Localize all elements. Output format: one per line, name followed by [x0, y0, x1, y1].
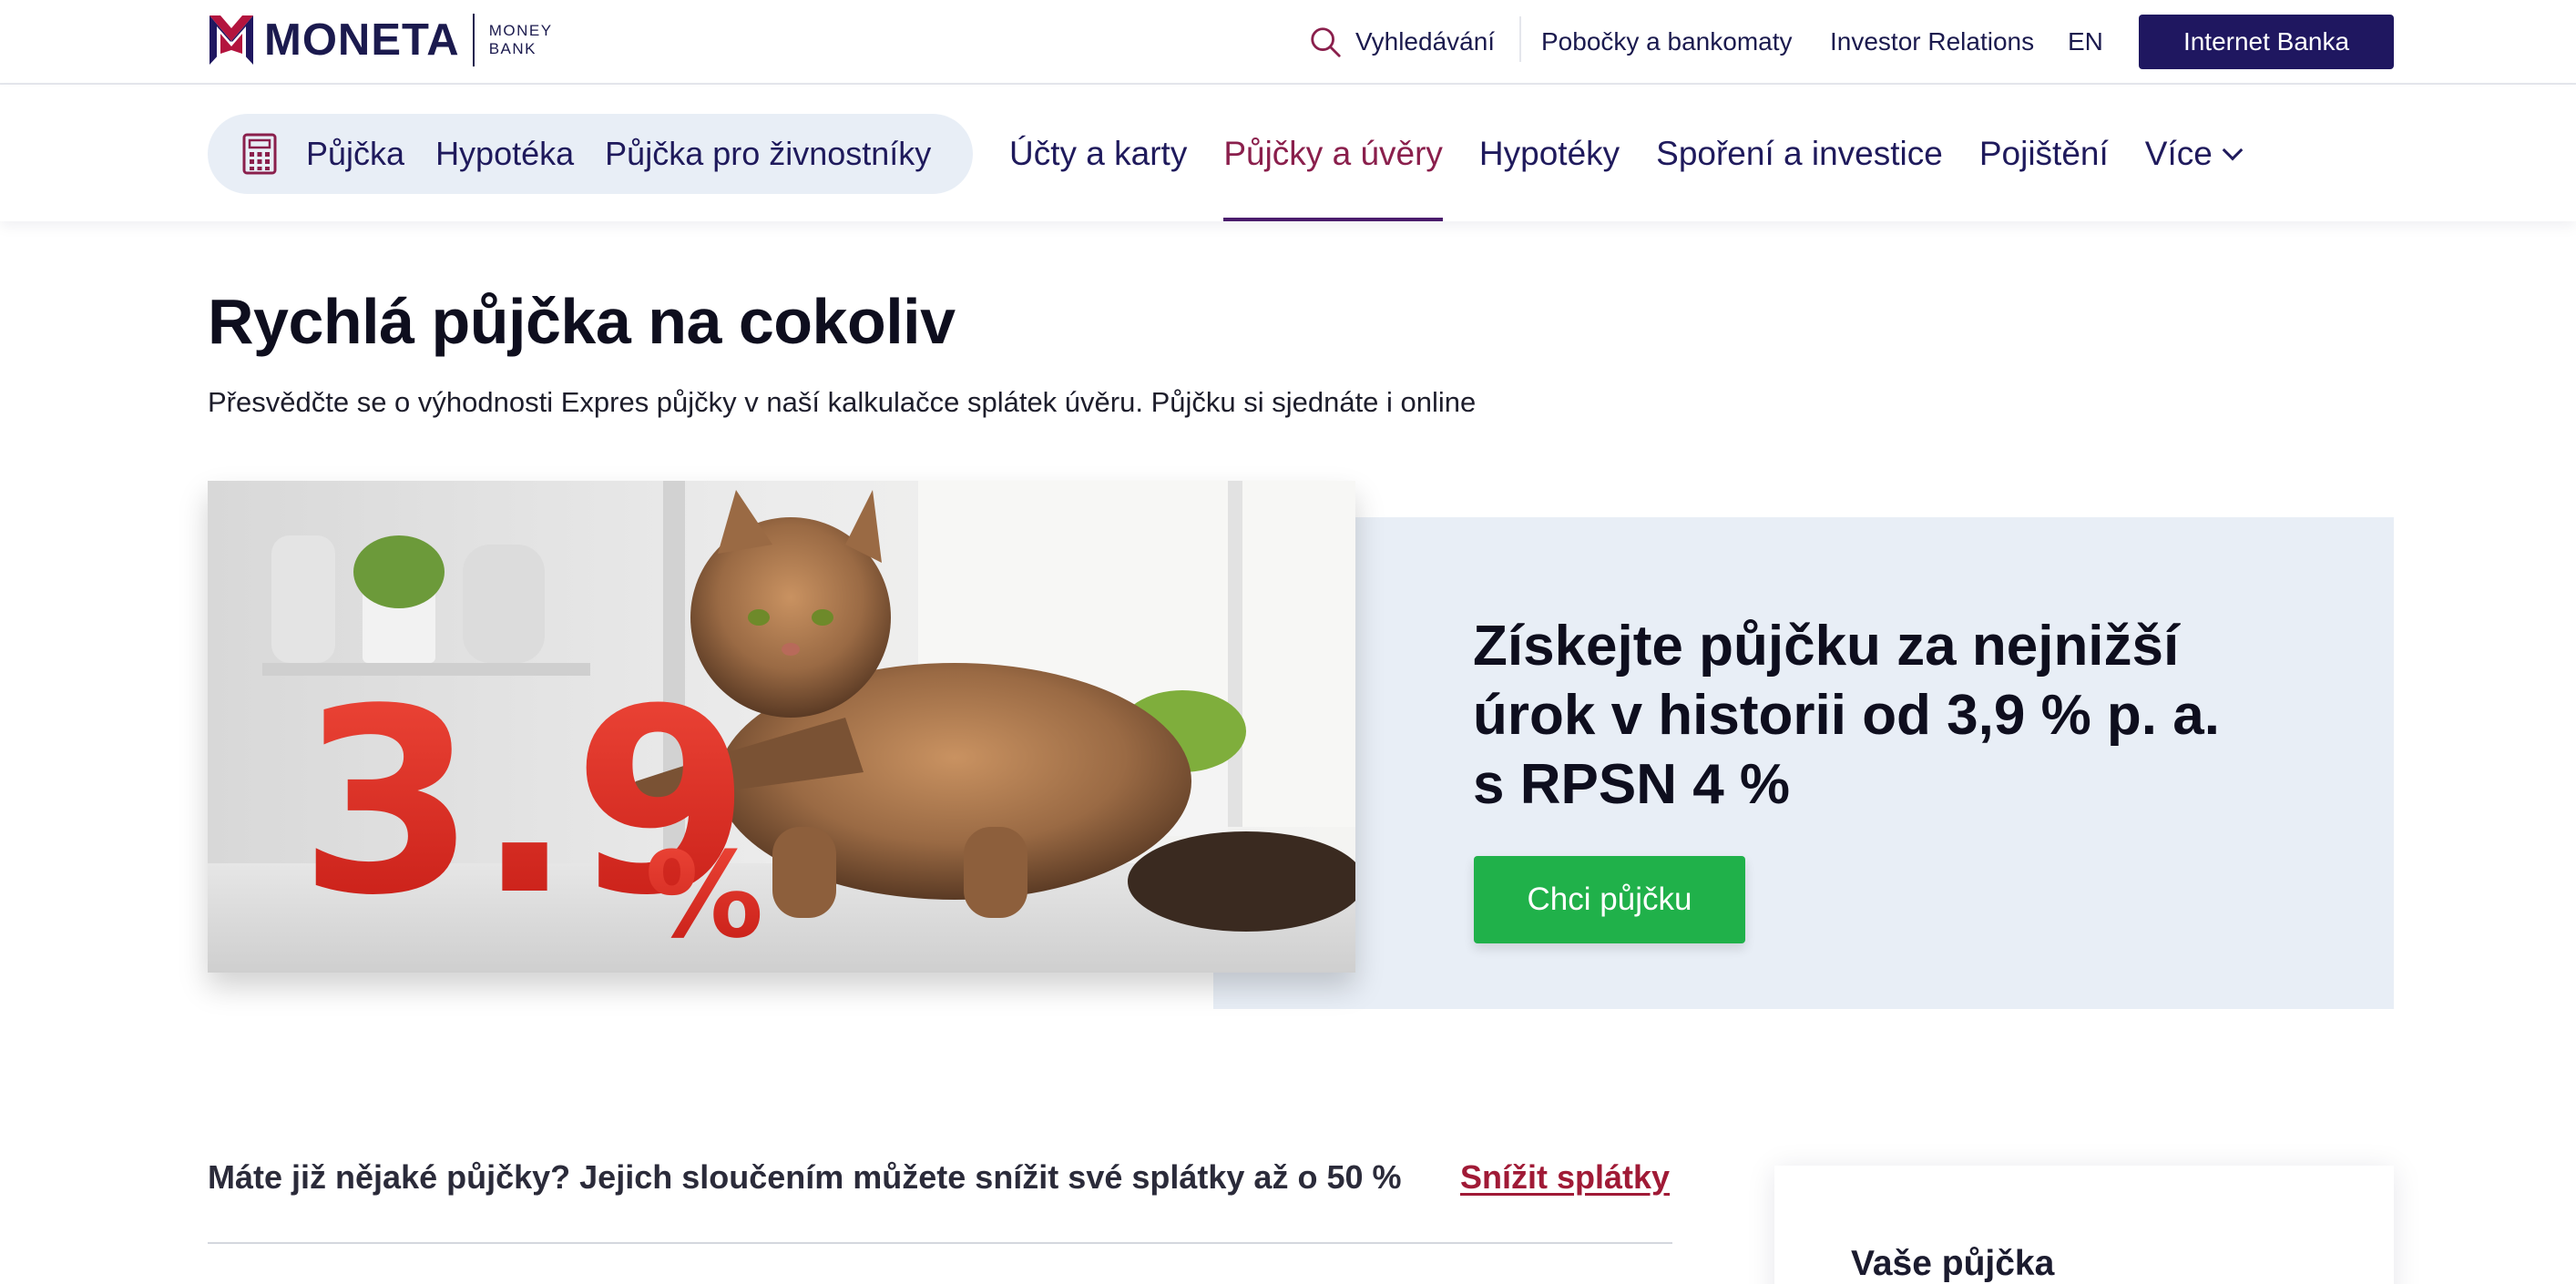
- page-title: Rychlá půjčka na cokoliv: [208, 286, 956, 357]
- search-icon: [1311, 27, 1341, 57]
- utility-separator: [1519, 16, 1521, 62]
- hero-heading-line3: s RPSN 4 %: [1473, 753, 1791, 816]
- internet-bank-button[interactable]: Internet Banka: [2139, 15, 2394, 69]
- investor-relations-link[interactable]: Investor Relations: [1830, 15, 2034, 69]
- logo-divider: [472, 14, 475, 66]
- nav-item-pojisteni[interactable]: Pojištění: [1979, 87, 2109, 221]
- quick-link-hypoteka[interactable]: Hypotéka: [435, 135, 574, 173]
- loan-card-title: Vaše půjčka: [1851, 1244, 2055, 1283]
- search-label: Vyhledávání: [1355, 27, 1496, 56]
- moneta-logo[interactable]: MONETA MONEY BANK: [208, 13, 571, 67]
- top-utility-bar: MONETA MONEY BANK Vyhledávání Pobočky a …: [0, 0, 2576, 85]
- search-link[interactable]: Vyhledávání: [1308, 15, 1495, 69]
- moneta-logo-icon: [210, 15, 253, 65]
- hero-heading-line2: úrok v historii od 3,9 % p. a.: [1473, 684, 2220, 747]
- nav-item-vice[interactable]: Více: [2144, 87, 2244, 221]
- refinance-text: Máte již nějaké půjčky? Jejich sloučením…: [208, 1158, 1402, 1196]
- quick-link-pujcka[interactable]: Půjčka: [306, 135, 404, 173]
- nav-item-ucty-a-karty[interactable]: Účty a karty: [1009, 87, 1187, 221]
- logo-subtitle: MONEY BANK: [488, 22, 553, 57]
- main-navigation: Půjčka Hypotéka Půjčka pro živnostníky Ú…: [0, 87, 2576, 221]
- hero-image-percent: %: [645, 826, 763, 964]
- page-subtitle: Přesvědčte se o výhodnosti Expres půjčky…: [208, 386, 1477, 418]
- quick-links-pill: Půjčka Hypotéka Půjčka pro živnostníky: [208, 114, 973, 194]
- branches-link[interactable]: Pobočky a bankomaty: [1541, 15, 1793, 69]
- snizit-splatky-link[interactable]: Snížit splátky: [1460, 1158, 1670, 1197]
- chci-pujcku-button[interactable]: Chci půjčku: [1474, 856, 1745, 943]
- nav-item-pujcky-a-uvery[interactable]: Půjčky a úvěry: [1223, 87, 1443, 221]
- refinance-divider: [208, 1242, 1672, 1244]
- chevron-down-icon: [2222, 139, 2244, 161]
- quick-link-pujcka-zivnostniky[interactable]: Půjčka pro živnostníky: [605, 135, 931, 173]
- hero-illustration: 3.9 %: [208, 481, 1355, 973]
- hero-image: 3.9 %: [208, 481, 1355, 973]
- hero-heading: Získejte půjčku za nejnižší úrok v histo…: [1473, 612, 2293, 820]
- calculator-icon[interactable]: [242, 133, 277, 175]
- nav-item-hypoteky[interactable]: Hypotéky: [1479, 87, 1620, 221]
- nav-item-sporeni-a-investice[interactable]: Spoření a investice: [1656, 87, 1943, 221]
- language-switch[interactable]: EN: [2068, 15, 2103, 69]
- hero-heading-line1: Získejte půjčku za nejnižší: [1473, 615, 2180, 678]
- nav-item-vice-label: Více: [2144, 135, 2213, 172]
- logo-wordmark: MONETA: [264, 15, 460, 65]
- main-nav-items: Účty a karty Půjčky a úvěry Hypotéky Spo…: [1009, 87, 2276, 221]
- loan-calculator-card: Vaše půjčka: [1774, 1166, 2394, 1284]
